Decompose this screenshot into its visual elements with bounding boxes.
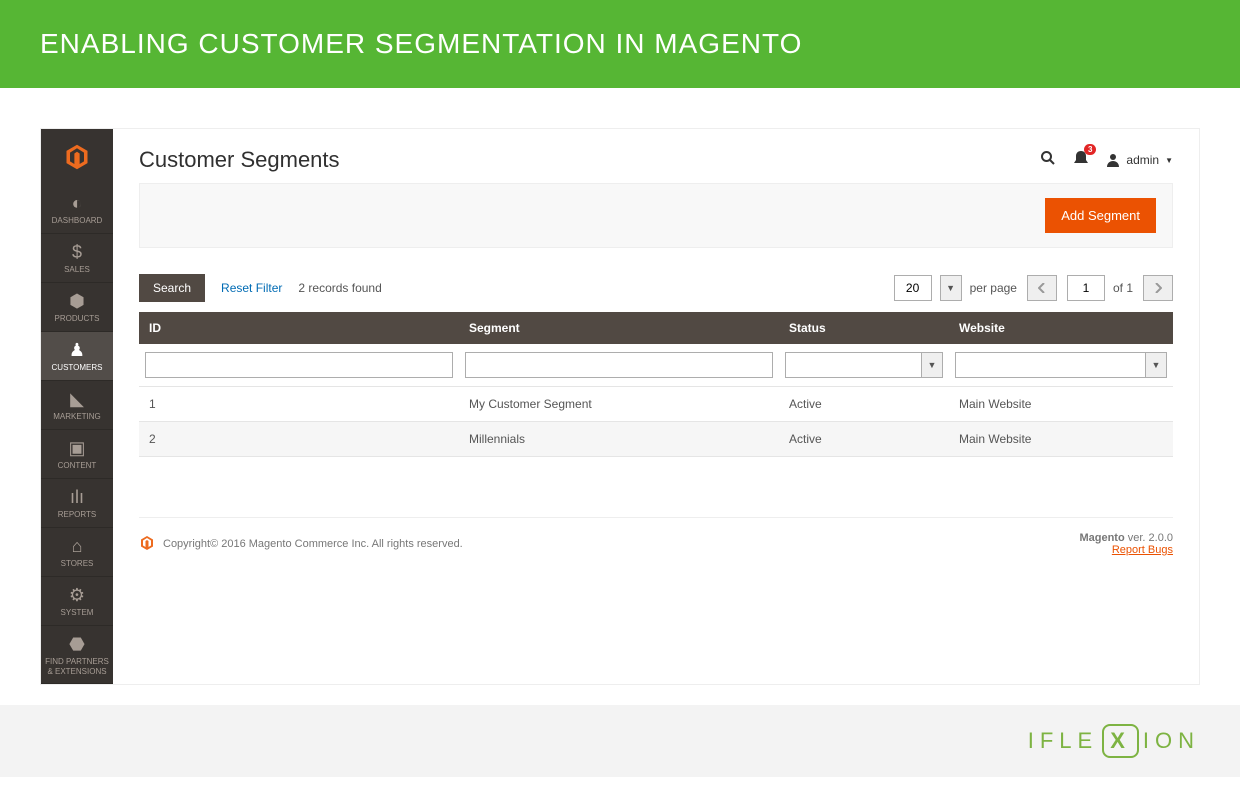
cell-website: Main Website <box>949 422 1173 457</box>
sidebar: ◐ DASHBOARD $ SALES ⬢ PRODUCTS ♟ CUSTOME… <box>41 129 113 684</box>
filter-id-input[interactable] <box>145 352 453 378</box>
page-title: Customer Segments <box>139 147 340 173</box>
footer: Copyright© 2016 Magento Commerce Inc. Al… <box>139 517 1173 576</box>
records-found: 2 records found <box>298 281 381 295</box>
notifications-icon[interactable]: 3 <box>1074 150 1088 171</box>
gauge-icon: ◐ <box>72 194 83 212</box>
person-icon: ♟ <box>69 341 85 359</box>
col-header-website[interactable]: Website <box>949 312 1173 344</box>
copyright-text: Copyright© 2016 Magento Commerce Inc. Al… <box>163 538 463 550</box>
grid-controls: Search Reset Filter 2 records found ▼ pe… <box>139 274 1173 302</box>
notification-badge: 3 <box>1084 144 1096 155</box>
next-page-button[interactable] <box>1143 275 1173 301</box>
sidebar-item-stores[interactable]: ⌂ STORES <box>41 528 113 577</box>
sidebar-label: REPORTS <box>58 510 97 519</box>
per-page-label: per page <box>970 281 1017 295</box>
table-row[interactable]: 1 My Customer Segment Active Main Websit… <box>139 387 1173 422</box>
filter-website-dropdown[interactable]: ▼ <box>1145 352 1167 378</box>
header-actions: 3 admin ▼ <box>1040 150 1173 171</box>
report-bugs-link[interactable]: Report Bugs <box>1112 544 1173 556</box>
top-banner: ENABLING CUSTOMER SEGMENTATION IN MAGENT… <box>0 0 1240 88</box>
store-icon: ⌂ <box>72 537 83 555</box>
filter-status-select[interactable] <box>785 352 921 378</box>
dollar-icon: $ <box>72 243 82 261</box>
add-segment-button[interactable]: Add Segment <box>1045 198 1156 233</box>
col-header-segment[interactable]: Segment <box>459 312 779 344</box>
sidebar-label: PRODUCTS <box>55 314 100 323</box>
version-label: Magento <box>1079 532 1124 544</box>
filter-row: ▼ ▼ <box>139 344 1173 387</box>
app-frame: ◐ DASHBOARD $ SALES ⬢ PRODUCTS ♟ CUSTOME… <box>40 128 1200 685</box>
cell-website: Main Website <box>949 387 1173 422</box>
sidebar-item-content[interactable]: ▣ CONTENT <box>41 430 113 479</box>
sidebar-item-partners[interactable]: ⬣ FIND PARTNERS & EXTENSIONS <box>41 626 113 684</box>
table-row[interactable]: 2 Millennials Active Main Website <box>139 422 1173 457</box>
reset-filter-link[interactable]: Reset Filter <box>221 281 282 295</box>
per-page-dropdown[interactable]: ▼ <box>940 275 962 301</box>
filter-status-dropdown[interactable]: ▼ <box>921 352 943 378</box>
cell-segment: My Customer Segment <box>459 387 779 422</box>
prev-page-button[interactable] <box>1027 275 1057 301</box>
segments-table: ID Segment Status Website ▼ ▼ 1 My Custo… <box>139 312 1173 457</box>
banner-title: ENABLING CUSTOMER SEGMENTATION IN MAGENT… <box>40 28 802 59</box>
version-text: ver. 2.0.0 <box>1125 532 1173 544</box>
page-header: Customer Segments 3 admin ▼ <box>139 147 1173 173</box>
page-input[interactable] <box>1067 275 1105 301</box>
sidebar-item-customers[interactable]: ♟ CUSTOMERS <box>41 332 113 381</box>
sidebar-label: SALES <box>64 265 90 274</box>
sidebar-item-reports[interactable]: ılı REPORTS <box>41 479 113 528</box>
magento-footer-icon <box>139 535 155 553</box>
filter-website-select[interactable] <box>955 352 1145 378</box>
col-header-status[interactable]: Status <box>779 312 949 344</box>
content-icon: ▣ <box>68 439 85 457</box>
magento-logo-icon[interactable] <box>41 129 113 185</box>
sidebar-label: DASHBOARD <box>52 216 103 225</box>
sidebar-item-system[interactable]: ⚙ SYSTEM <box>41 577 113 626</box>
megaphone-icon: ◣ <box>70 390 84 408</box>
bars-icon: ılı <box>70 488 84 506</box>
sidebar-label: CONTENT <box>58 461 97 470</box>
search-button[interactable]: Search <box>139 274 205 302</box>
sidebar-item-marketing[interactable]: ◣ MARKETING <box>41 381 113 430</box>
sidebar-label: STORES <box>61 559 94 568</box>
sidebar-item-sales[interactable]: $ SALES <box>41 234 113 283</box>
filter-segment-input[interactable] <box>465 352 773 378</box>
user-dropdown[interactable]: admin ▼ <box>1106 153 1173 167</box>
action-bar: Add Segment <box>139 183 1173 248</box>
col-header-id[interactable]: ID <box>139 312 459 344</box>
cell-segment: Millennials <box>459 422 779 457</box>
cell-id: 1 <box>139 387 459 422</box>
cell-id: 2 <box>139 422 459 457</box>
iflexion-logo: IFLE X ION <box>1028 724 1200 758</box>
sidebar-label: SYSTEM <box>61 608 94 617</box>
sidebar-item-products[interactable]: ⬢ PRODUCTS <box>41 283 113 332</box>
gear-icon: ⚙ <box>69 586 85 604</box>
main-content: Customer Segments 3 admin ▼ Add Segment <box>113 129 1199 684</box>
search-icon[interactable] <box>1040 150 1056 171</box>
cell-status: Active <box>779 422 949 457</box>
caret-down-icon: ▼ <box>1165 156 1173 165</box>
branding-strip: IFLE X ION <box>0 705 1240 777</box>
cube-icon: ⬢ <box>69 292 85 310</box>
sidebar-item-dashboard[interactable]: ◐ DASHBOARD <box>41 185 113 234</box>
partners-icon: ⬣ <box>69 635 85 653</box>
sidebar-label: MARKETING <box>53 412 101 421</box>
sidebar-label: FIND PARTNERS & EXTENSIONS <box>43 657 111 676</box>
page-of-label: of 1 <box>1113 281 1133 295</box>
per-page-input[interactable] <box>894 275 932 301</box>
cell-status: Active <box>779 387 949 422</box>
user-name: admin <box>1126 153 1159 167</box>
sidebar-label: CUSTOMERS <box>52 363 103 372</box>
user-icon <box>1106 153 1120 167</box>
